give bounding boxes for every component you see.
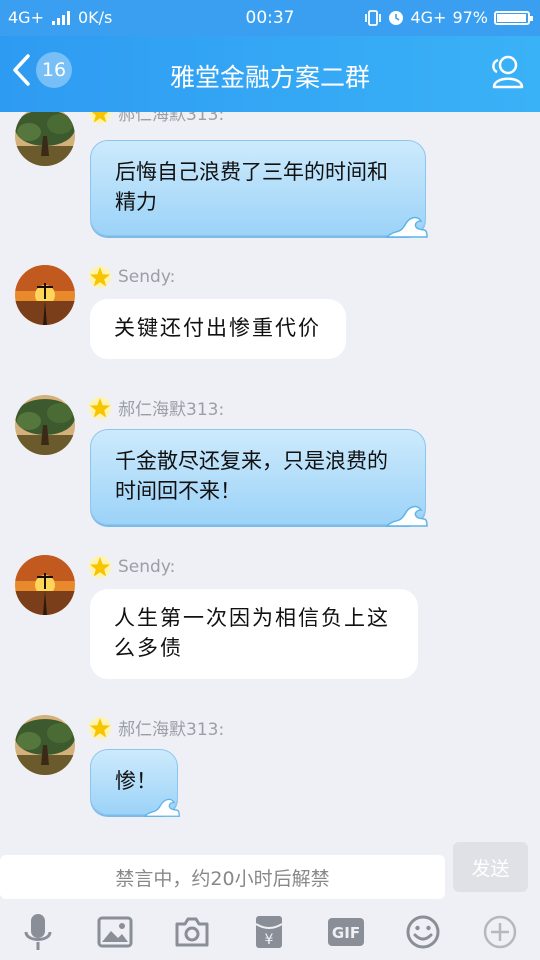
unread-count-badge: 16 — [36, 52, 72, 88]
star-icon — [89, 112, 111, 124]
group-members-icon — [492, 55, 524, 89]
message-bubble[interactable]: 千金散尽还复来，只是浪费的时间回不来！ — [90, 429, 428, 527]
voice-button[interactable] — [16, 910, 60, 954]
message-item: Sendy: 人生第一次因为相信负上这么多债 — [0, 555, 540, 695]
wave-decoration-icon — [385, 216, 428, 238]
sender-name: Sendy: — [118, 267, 176, 287]
avatar-tree[interactable] — [15, 715, 75, 775]
sender-line: 郝仁海默313: — [88, 715, 224, 740]
message-list[interactable]: 郝仁海默313: 后悔自己浪费了三年的时间和精力 Sendy: 关键还付出惨重代… — [0, 112, 540, 850]
svg-text:¥: ¥ — [265, 932, 274, 948]
red-packet-button[interactable]: ¥ — [247, 910, 291, 954]
sender-name: 郝仁海默313: — [118, 400, 225, 420]
message-text: 千金散尽还复来，只是浪费的时间回不来！ — [115, 449, 388, 503]
status-right: 4G+ 97% — [364, 8, 533, 27]
message-input[interactable]: 禁言中，约20小时后解禁 — [0, 855, 445, 899]
message-bubble[interactable]: 惨！ — [90, 749, 180, 817]
message-item: Sendy: 关键还付出惨重代价 — [0, 265, 540, 385]
star-icon — [89, 556, 111, 578]
more-button[interactable] — [478, 910, 522, 954]
image-icon — [97, 916, 133, 948]
avatar-tree[interactable] — [15, 112, 75, 166]
plus-icon — [483, 915, 517, 949]
camera-icon — [175, 917, 209, 947]
alarm-icon — [389, 10, 404, 25]
sender-name: 郝仁海默313: — [118, 112, 225, 125]
sender-line: Sendy: — [88, 555, 175, 579]
avatar-tree[interactable] — [15, 395, 75, 455]
input-placeholder: 禁言中，约20小时后解禁 — [115, 867, 330, 890]
battery-fill — [497, 13, 527, 22]
sender-name: 郝仁海默313: — [118, 720, 225, 740]
wave-decoration-icon — [385, 505, 428, 527]
avatar-sunset[interactable] — [15, 555, 75, 615]
chat-header: 16 雅堂金融方案二群 — [0, 36, 540, 112]
message-text: 后悔自己浪费了三年的时间和精力 — [115, 160, 388, 214]
image-button[interactable] — [93, 910, 137, 954]
message-bubble[interactable]: 人生第一次因为相信负上这么多债 — [90, 589, 418, 679]
emoji-icon — [406, 915, 440, 949]
status-bar: 4G+ 0K/s 00:37 4G+ 97% — [0, 0, 540, 36]
chat-title: 雅堂金融方案二群 — [169, 63, 370, 92]
network-indicator-right: 4G+ — [410, 8, 447, 27]
camera-button[interactable] — [170, 910, 214, 954]
input-toolbar: ¥ GIF — [0, 902, 540, 960]
message-text: 人生第一次因为相信负上这么多债 — [114, 606, 390, 660]
sender-line: 郝仁海默313: — [88, 395, 224, 420]
avatar-sunset[interactable] — [15, 265, 75, 325]
vibrate-icon — [365, 9, 382, 26]
battery-icon — [494, 10, 533, 25]
battery-percent: 97% — [452, 8, 488, 27]
wave-decoration-icon — [143, 798, 180, 817]
star-icon — [89, 716, 111, 739]
message-text: 惨！ — [115, 769, 157, 793]
emoji-button[interactable] — [401, 910, 445, 954]
message-item: 郝仁海默313: 后悔自己浪费了三年的时间和精力 — [0, 112, 540, 240]
gif-icon: GIF — [328, 918, 364, 946]
message-bubble[interactable]: 后悔自己浪费了三年的时间和精力 — [90, 140, 428, 238]
gif-button[interactable]: GIF — [324, 910, 368, 954]
message-item: 郝仁海默313: 千金散尽还复来，只是浪费的时间回不来！ — [0, 395, 540, 535]
input-bar: 禁言中，约20小时后解禁 发送 — [0, 842, 540, 902]
message-bubble[interactable]: 关键还付出惨重代价 — [90, 299, 346, 359]
group-members-button[interactable] — [488, 54, 526, 94]
star-icon — [89, 266, 111, 288]
gif-label: GIF — [332, 924, 360, 942]
send-button[interactable]: 发送 — [453, 842, 528, 892]
microphone-icon — [24, 914, 52, 950]
message-item: 郝仁海默313: 惨！ — [0, 715, 540, 835]
chevron-left-icon — [13, 54, 30, 86]
message-text: 关键还付出惨重代价 — [114, 316, 321, 340]
sender-name: Sendy: — [118, 557, 176, 577]
back-button[interactable]: 16 — [10, 52, 72, 88]
red-packet-icon: ¥ — [255, 916, 283, 948]
sender-line: 郝仁海默313: — [88, 112, 224, 125]
star-icon — [89, 396, 111, 419]
sender-line: Sendy: — [88, 265, 175, 289]
